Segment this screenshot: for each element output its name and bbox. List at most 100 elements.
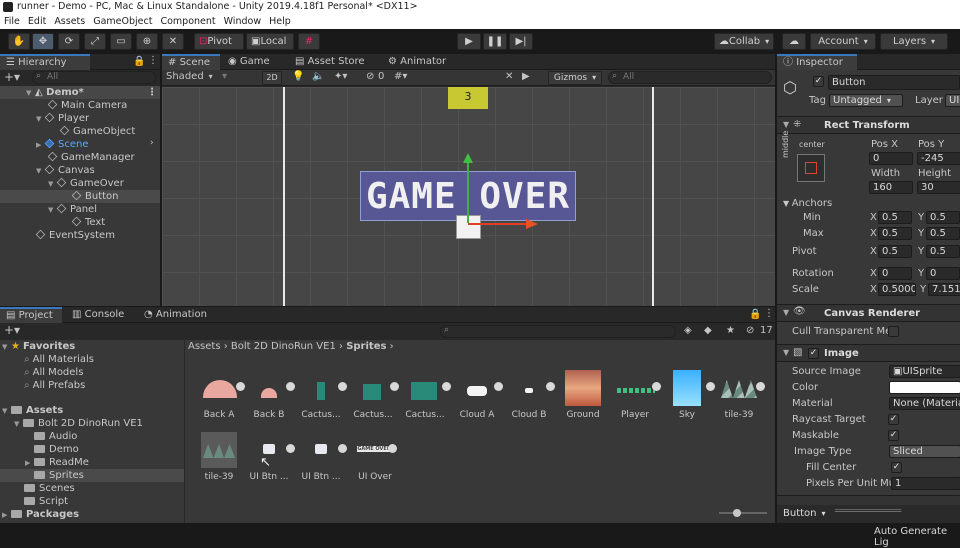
hidden-objects-icon[interactable]: ⊘ bbox=[366, 71, 374, 82]
local-toggle[interactable]: ▣Local bbox=[246, 33, 294, 50]
create-icon[interactable]: +▾ bbox=[4, 70, 20, 84]
tab-project[interactable]: ▤ Project bbox=[0, 307, 62, 323]
hierarchy-scene-demo[interactable]: ▼ ◭ Demo* ⋮ bbox=[0, 86, 160, 99]
hidden-packages-icon[interactable]: ⊘ bbox=[746, 325, 754, 336]
asset-tile-39-b[interactable]: tile-39 bbox=[195, 432, 243, 482]
asset-ui-btn-2[interactable]: UI Btn ... bbox=[297, 432, 347, 482]
menu-window[interactable]: Window bbox=[224, 16, 261, 27]
tree-demo[interactable]: Demo bbox=[34, 443, 79, 456]
menu-gameobject[interactable]: GameObject bbox=[93, 16, 152, 27]
project-lock-icon[interactable]: 🔒 bbox=[749, 309, 761, 320]
favorite-icon[interactable]: ★ bbox=[726, 325, 735, 336]
material-field[interactable]: None (Material) bbox=[889, 397, 960, 410]
account-dropdown[interactable]: Account bbox=[810, 33, 876, 50]
anchor-max-y-field[interactable]: 0.5 bbox=[926, 227, 960, 240]
gizmo-x-axis[interactable] bbox=[468, 223, 528, 225]
tree-packages[interactable]: ▶ Packages bbox=[2, 508, 79, 521]
gizmo-y-arrow-icon[interactable] bbox=[463, 153, 473, 163]
hierarchy-item-main-camera[interactable]: Main Camera bbox=[47, 99, 127, 112]
expand-sprite-icon[interactable] bbox=[286, 444, 295, 453]
asset-back-a[interactable]: Back A bbox=[195, 370, 245, 420]
expand-sprite-icon[interactable] bbox=[388, 444, 397, 453]
hierarchy-item-gameobject[interactable]: GameObject bbox=[59, 125, 135, 138]
ppu-multiplier-field[interactable]: 1 bbox=[891, 477, 960, 490]
filter-type-icon[interactable]: ◈ bbox=[684, 325, 692, 336]
pivot-x-field[interactable]: 0.5 bbox=[878, 245, 912, 258]
favorites-header[interactable]: ▼ ★ Favorites bbox=[2, 340, 75, 353]
project-menu-icon[interactable]: ⋮ bbox=[764, 308, 774, 319]
breadcrumb-bolt[interactable]: Bolt 2D DinoRun VE1 bbox=[231, 341, 336, 352]
kebab-menu-icon[interactable]: ⋮ bbox=[148, 55, 158, 66]
expand-sprite-icon[interactable] bbox=[338, 444, 347, 453]
tree-script[interactable]: Script bbox=[24, 495, 68, 508]
grid-toggle-icon[interactable]: #▾ bbox=[394, 71, 407, 82]
image-header[interactable]: ▼ ▧ ✓ Image bbox=[777, 344, 960, 362]
menu-component[interactable]: Component bbox=[160, 16, 215, 27]
expand-sprite-icon[interactable] bbox=[706, 382, 715, 391]
canvas-renderer-header[interactable]: ▼ 👁 Canvas Renderer bbox=[777, 304, 960, 322]
project-search[interactable] bbox=[440, 325, 676, 338]
gizmo-x-arrow-icon[interactable] bbox=[526, 219, 538, 229]
menu-edit[interactable]: Edit bbox=[28, 16, 46, 27]
raycast-target-checkbox[interactable]: ✓ bbox=[888, 414, 899, 425]
tree-assets[interactable]: ▼ Assets bbox=[2, 404, 63, 417]
expand-sprite-icon[interactable] bbox=[442, 382, 451, 391]
expand-sprite-icon[interactable] bbox=[652, 382, 661, 391]
hierarchy-item-panel[interactable]: ▼ Panel bbox=[48, 203, 97, 216]
favorite-all-materials[interactable]: ⌕ All Materials bbox=[24, 353, 94, 366]
rect-transform-header[interactable]: ▼ ⁜ Rect Transform bbox=[777, 116, 960, 134]
expand-arrow-icon[interactable]: ▼ bbox=[48, 204, 57, 217]
filter-label-icon[interactable]: ◆ bbox=[704, 325, 712, 336]
shading-dropdown[interactable]: Shaded bbox=[166, 71, 213, 82]
project-create-icon[interactable]: +▾ bbox=[4, 323, 20, 337]
asset-cactus-1[interactable]: Cactus... bbox=[297, 370, 347, 420]
zoom-slider-thumb[interactable] bbox=[733, 509, 741, 517]
pos-y-field[interactable]: -245 bbox=[917, 152, 960, 165]
move-tool-button[interactable]: ✥ bbox=[32, 33, 54, 50]
toggle-2d-button[interactable]: 2D bbox=[262, 71, 282, 85]
tab-animator[interactable]: ⚙ Animator bbox=[382, 54, 452, 70]
hierarchy-item-text[interactable]: Text bbox=[71, 216, 105, 229]
tree-scenes[interactable]: Scenes bbox=[24, 482, 75, 495]
hierarchy-item-eventsystem[interactable]: EventSystem bbox=[35, 229, 115, 242]
pivot-y-field[interactable]: 0.5 bbox=[926, 245, 960, 258]
rect-tool-button[interactable]: ▭ bbox=[110, 33, 132, 50]
tree-readme[interactable]: ▶ ReadMe bbox=[25, 456, 89, 469]
resize-handle-icon[interactable]: ═══════════ bbox=[835, 506, 901, 517]
tab-console[interactable]: ▥ Console bbox=[66, 307, 130, 323]
grid-snap-button[interactable]: # bbox=[298, 33, 320, 50]
expand-sprite-icon[interactable] bbox=[546, 382, 555, 391]
image-type-dropdown[interactable]: Sliced bbox=[889, 445, 960, 458]
prefab-open-icon[interactable]: › bbox=[150, 138, 154, 148]
width-field[interactable]: 160 bbox=[869, 181, 913, 194]
expand-arrow-icon[interactable]: ▼ bbox=[36, 165, 45, 178]
lighting-icon[interactable]: 💡 bbox=[292, 71, 304, 82]
asset-tile-39[interactable]: tile-39 bbox=[715, 370, 765, 420]
play-button[interactable]: ▶ bbox=[457, 33, 481, 50]
scene-menu-icon[interactable]: ⋮ bbox=[147, 86, 157, 99]
scene-viewport[interactable]: 3 GAME OVER bbox=[162, 87, 775, 306]
anchor-min-y-field[interactable]: 0.5 bbox=[926, 211, 960, 224]
tab-inspector[interactable]: ⓘ Inspector bbox=[777, 54, 857, 70]
cull-transparent-checkbox[interactable] bbox=[888, 326, 899, 337]
scale-tool-button[interactable]: ⤢ bbox=[84, 33, 106, 50]
pos-x-field[interactable]: 0 bbox=[869, 152, 913, 165]
asset-cloud-b[interactable]: Cloud B bbox=[505, 370, 555, 420]
object-name-field[interactable]: Button bbox=[828, 75, 960, 90]
asset-player[interactable]: Player bbox=[611, 370, 661, 420]
active-checkbox[interactable]: ✓ bbox=[813, 76, 824, 87]
height-field[interactable]: 30 bbox=[917, 181, 960, 194]
hierarchy-item-canvas[interactable]: ▼ Canvas bbox=[36, 164, 95, 177]
asset-ui-over[interactable]: GAME OVER UI Over bbox=[351, 432, 399, 482]
hierarchy-item-player[interactable]: ▼ Player bbox=[36, 112, 89, 125]
score-display[interactable]: 3 bbox=[448, 87, 488, 109]
breadcrumb-sprites[interactable]: Sprites bbox=[346, 341, 386, 352]
rotation-y-field[interactable]: 0 bbox=[926, 267, 960, 280]
scale-x-field[interactable]: 0.5000 bbox=[878, 283, 916, 296]
asset-cactus-3[interactable]: Cactus... bbox=[401, 370, 451, 420]
tree-sprites[interactable]: Sprites bbox=[0, 469, 184, 482]
expand-sprite-icon[interactable] bbox=[338, 382, 347, 391]
image-enabled-checkbox[interactable]: ✓ bbox=[808, 348, 819, 359]
expand-sprite-icon[interactable] bbox=[494, 382, 503, 391]
step-button[interactable]: ▶| bbox=[509, 33, 533, 50]
